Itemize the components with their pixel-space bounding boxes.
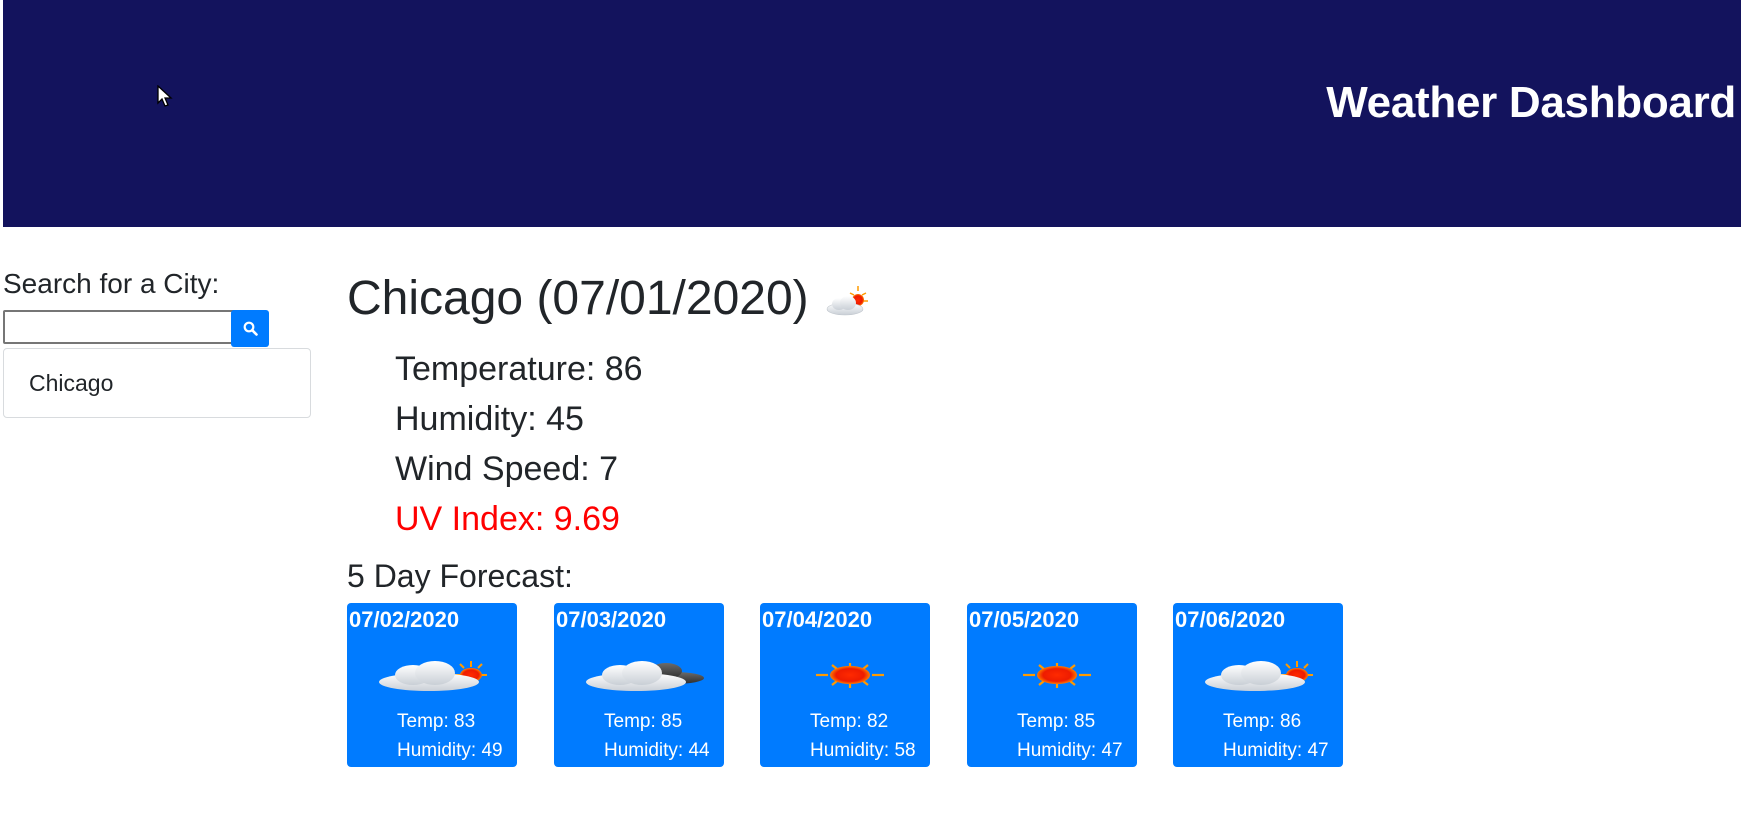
city-search-input[interactable] bbox=[3, 310, 239, 344]
search-row bbox=[3, 310, 311, 347]
current-stats-list: Temperature: 86 Humidity: 45 Wind Speed:… bbox=[395, 344, 643, 544]
current-city-title: Chicago (07/01/2020) bbox=[347, 272, 809, 325]
humidity-value: Humidity: 45 bbox=[395, 400, 584, 438]
search-icon bbox=[243, 321, 258, 336]
forecast-humidity: Humidity: 44 bbox=[604, 740, 710, 761]
sun-icon bbox=[816, 663, 884, 688]
search-button[interactable] bbox=[231, 310, 269, 347]
forecast-date: 07/03/2020 bbox=[556, 607, 667, 632]
search-history-list: Chicago bbox=[3, 348, 311, 418]
temperature-value: Temperature: 86 bbox=[395, 350, 643, 388]
search-sidebar: Search for a City: Chicago bbox=[3, 262, 311, 418]
clouds-icon bbox=[586, 661, 704, 691]
forecast-humidity: Humidity: 47 bbox=[1017, 740, 1123, 761]
forecast-temp: Temp: 83 bbox=[397, 711, 476, 732]
sun-icon bbox=[1023, 663, 1091, 688]
forecast-card: 07/03/2020 Temp: 85 Humidity: 44 bbox=[554, 603, 724, 767]
forecast-temp: Temp: 85 bbox=[604, 711, 683, 732]
forecast-temp: Temp: 85 bbox=[1017, 711, 1096, 732]
forecast-date: 07/02/2020 bbox=[349, 607, 460, 632]
forecast-title: 5 Day Forecast: bbox=[347, 558, 573, 594]
forecast-humidity: Humidity: 47 bbox=[1223, 740, 1329, 761]
cloud-sun-icon bbox=[379, 661, 487, 691]
forecast-card: 07/04/2020 Temp: 82 Humidity: 58 bbox=[760, 603, 930, 767]
forecast-cards: 07/02/2020 Temp: 83 Humidity: 49 07/03/2… bbox=[347, 603, 1447, 767]
forecast-card: 07/06/2020 Temp: 86 Humidity: 47 bbox=[1173, 603, 1343, 767]
forecast-humidity: Humidity: 58 bbox=[810, 740, 916, 761]
history-item-chicago[interactable]: Chicago bbox=[4, 349, 310, 417]
mouse-pointer-icon bbox=[157, 85, 173, 107]
forecast-humidity: Humidity: 49 bbox=[397, 740, 503, 761]
forecast-date: 07/06/2020 bbox=[1175, 607, 1286, 632]
wind-speed-value: Wind Speed: 7 bbox=[395, 450, 619, 488]
forecast-temp: Temp: 86 bbox=[1223, 711, 1302, 732]
forecast-date: 07/05/2020 bbox=[969, 607, 1080, 632]
partly-cloudy-icon bbox=[826, 286, 868, 316]
page-title: Weather Dashboard bbox=[1326, 78, 1736, 127]
header-banner: Weather Dashboard bbox=[3, 0, 1741, 227]
uv-index-value: UV Index: 9.69 bbox=[395, 500, 620, 538]
search-label: Search for a City: bbox=[3, 268, 220, 299]
cloud-sun-icon bbox=[1205, 661, 1313, 691]
forecast-card: 07/02/2020 Temp: 83 Humidity: 49 bbox=[347, 603, 517, 767]
forecast-card: 07/05/2020 Temp: 85 Humidity: 47 bbox=[967, 603, 1137, 767]
forecast-temp: Temp: 82 bbox=[810, 711, 889, 732]
forecast-date: 07/04/2020 bbox=[762, 607, 873, 632]
